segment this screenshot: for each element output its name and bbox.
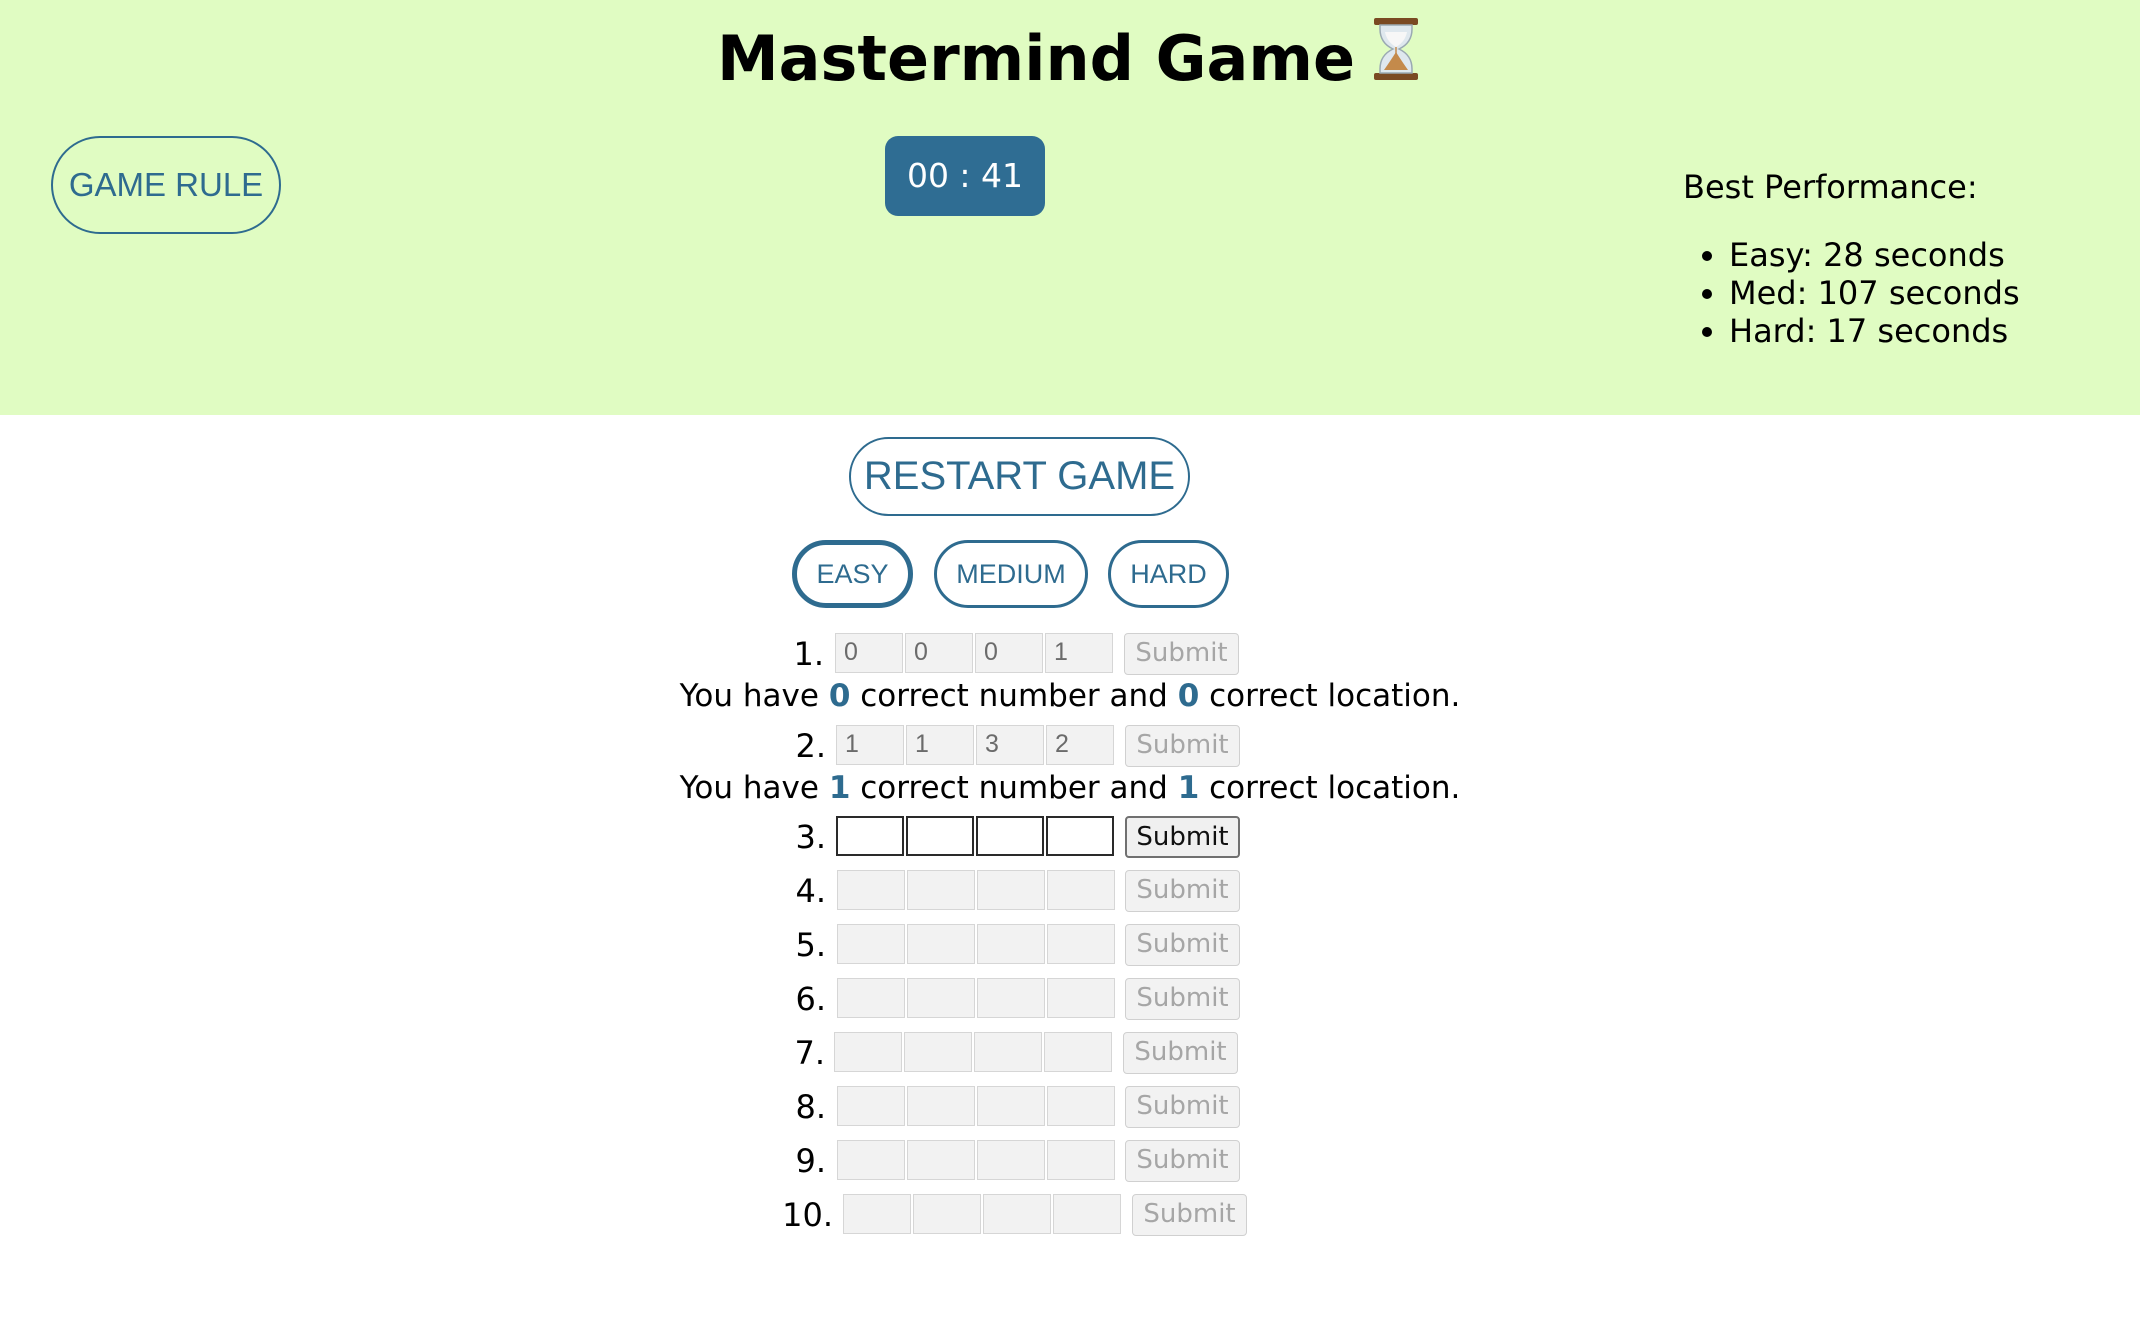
digit-input: 3 — [976, 725, 1044, 765]
correct-location-count: 1 — [1177, 770, 1200, 806]
row-number: 2. — [795, 727, 826, 765]
digit-input — [977, 1086, 1045, 1126]
submit-button: Submit — [1125, 924, 1240, 966]
level-easy-button[interactable]: EASY — [792, 540, 913, 608]
submit-button: Submit — [1125, 978, 1240, 1020]
correct-number-count: 0 — [828, 678, 851, 714]
submit-button: Submit — [1132, 1194, 1247, 1236]
digit-input: 1 — [1045, 633, 1113, 673]
submit-button: Submit — [1125, 1086, 1240, 1128]
best-easy: Easy: 28 seconds — [1729, 236, 2020, 274]
submit-button: Submit — [1125, 870, 1240, 912]
digit-input — [837, 1140, 905, 1180]
digit-input — [977, 978, 1045, 1018]
feedback-text: You have 1 correct number and 1 correct … — [0, 768, 2140, 808]
page-title: Mastermind Game — [0, 18, 2140, 103]
digit-input — [907, 1140, 975, 1180]
row-number: 6. — [795, 980, 826, 1018]
digit-input — [843, 1194, 911, 1234]
feedback-middle: correct number and — [860, 678, 1168, 714]
digit-input — [907, 924, 975, 964]
submit-button: Submit — [1125, 1140, 1240, 1182]
feedback-prefix: You have — [679, 770, 819, 806]
feedback-suffix: correct location. — [1209, 770, 1461, 806]
digit-input: 0 — [905, 633, 973, 673]
best-performance-title: Best Performance: — [1683, 168, 1978, 206]
digit-input: 1 — [836, 725, 904, 765]
correct-location-count: 0 — [1177, 678, 1200, 714]
digit-input[interactable] — [1046, 816, 1114, 856]
digit-input — [977, 870, 1045, 910]
digit-input — [907, 870, 975, 910]
digit-input — [837, 1086, 905, 1126]
submit-button: Submit — [1125, 725, 1240, 767]
row-number: 8. — [795, 1088, 826, 1126]
digit-input — [977, 1140, 1045, 1180]
level-medium-button[interactable]: MEDIUM — [934, 540, 1088, 608]
row-number: 1. — [793, 635, 824, 673]
digit-input: 0 — [835, 633, 903, 673]
row-number: 3. — [795, 818, 826, 856]
best-hard: Hard: 17 seconds — [1729, 312, 2020, 350]
digit-input[interactable] — [976, 816, 1044, 856]
submit-button: Submit — [1123, 1032, 1238, 1074]
digit-input — [907, 978, 975, 1018]
title-text: Mastermind Game — [716, 22, 1356, 95]
correct-number-count: 1 — [828, 770, 851, 806]
digit-input: 2 — [1046, 725, 1114, 765]
feedback-text: You have 0 correct number and 0 correct … — [0, 676, 2140, 716]
level-hard-button[interactable]: HARD — [1108, 540, 1229, 608]
digit-input — [907, 1086, 975, 1126]
row-number: 7. — [794, 1034, 825, 1072]
game-rule-button[interactable]: GAME RULE — [51, 136, 281, 234]
digit-input — [1044, 1032, 1112, 1072]
digit-input[interactable] — [906, 816, 974, 856]
digit-input: 1 — [906, 725, 974, 765]
digit-input: 0 — [975, 633, 1043, 673]
feedback-suffix: correct location. — [1209, 678, 1461, 714]
timer-display: 00 : 41 — [885, 136, 1045, 216]
best-performance-list: Easy: 28 seconds Med: 107 seconds Hard: … — [1683, 236, 2020, 350]
digit-input — [983, 1194, 1051, 1234]
digit-input — [1047, 924, 1115, 964]
digit-input — [1047, 1086, 1115, 1126]
feedback-middle: correct number and — [860, 770, 1168, 806]
row-number: 10. — [782, 1196, 833, 1234]
hourglass-icon — [1369, 16, 1423, 97]
digit-input — [974, 1032, 1042, 1072]
digit-input — [1047, 978, 1115, 1018]
submit-button[interactable]: Submit — [1125, 816, 1240, 858]
row-number: 9. — [795, 1142, 826, 1180]
digit-input — [1047, 870, 1115, 910]
digit-input — [837, 870, 905, 910]
header-banner: Mastermind Game GAME RULE 00 : 41 Best P… — [0, 0, 2140, 415]
row-number: 5. — [795, 926, 826, 964]
digit-input[interactable] — [836, 816, 904, 856]
digit-input — [834, 1032, 902, 1072]
row-number: 4. — [795, 872, 826, 910]
feedback-prefix: You have — [679, 678, 819, 714]
digit-input — [904, 1032, 972, 1072]
digit-input — [1047, 1140, 1115, 1180]
digit-input — [1053, 1194, 1121, 1234]
digit-input — [977, 924, 1045, 964]
best-medium: Med: 107 seconds — [1729, 274, 2020, 312]
submit-button: Submit — [1124, 633, 1239, 675]
digit-input — [837, 924, 905, 964]
restart-game-button[interactable]: RESTART GAME — [849, 437, 1190, 516]
digit-input — [837, 978, 905, 1018]
digit-input — [913, 1194, 981, 1234]
best-performance: Best Performance: Easy: 28 seconds Med: … — [1683, 168, 2020, 350]
